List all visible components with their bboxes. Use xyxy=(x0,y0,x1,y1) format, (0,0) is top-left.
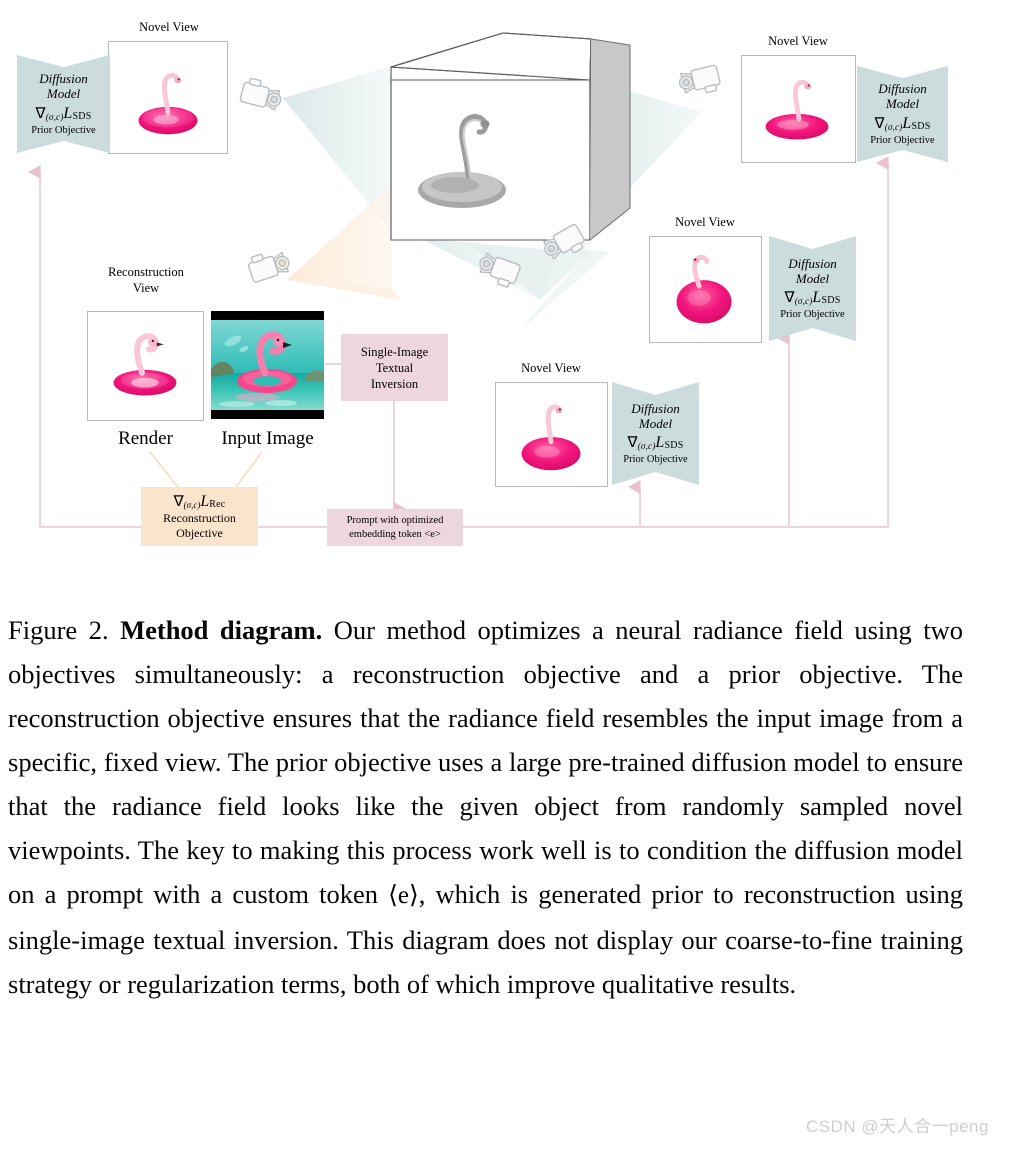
diffusion-objective-label: Prior Objective xyxy=(780,309,845,321)
render-flamingo-4 xyxy=(521,404,581,471)
novel-view-label-1: Novel View xyxy=(139,20,199,34)
caption-body-part1: Our method optimizes a neural radiance f… xyxy=(8,615,964,909)
diffusion-title-line2: Model xyxy=(46,86,81,102)
loss-subscript: SDS xyxy=(664,440,684,452)
novel-view-frame-4 xyxy=(495,382,608,487)
reconstruction-view-label-line2: View xyxy=(132,280,160,295)
reconstruction-leader-lines xyxy=(149,451,263,488)
diffusion-title-line2: Model xyxy=(795,270,830,286)
textual-inversion-line1: Single-Image xyxy=(360,344,429,359)
loss-symbol: L xyxy=(63,104,73,122)
loss-subscript: SDS xyxy=(911,120,931,132)
novel-view-frame-2 xyxy=(741,55,856,163)
reconstruction-view-label: Reconstruction View xyxy=(86,265,206,296)
render-flamingo-reconstruction xyxy=(113,333,177,396)
reconstruction-render-frame xyxy=(87,311,204,421)
nabla-symbol: ∇ xyxy=(784,290,795,307)
loss-subscript: SDS xyxy=(821,295,841,307)
figure-caption: Figure 2. Method diagram. Our method opt… xyxy=(8,608,963,1006)
input-image-label: Input Image xyxy=(221,428,314,449)
render-flamingo-3 xyxy=(676,254,732,324)
input-image-frame xyxy=(211,311,324,419)
nabla-symbol: ∇ xyxy=(173,493,184,510)
loss-symbol: L xyxy=(655,434,665,452)
nabla-symbol: ∇ xyxy=(627,435,638,452)
prompt-box: Prompt with optimized embedding token <e… xyxy=(327,509,463,546)
nabla-symbol: ∇ xyxy=(35,105,46,122)
diffusion-objective-label: Prior Objective xyxy=(870,134,935,146)
caption-bold-title: Method diagram. xyxy=(120,615,323,645)
novel-view-label-4: Novel View xyxy=(521,361,581,375)
diffusion-objective-label: Prior Objective xyxy=(623,454,688,466)
nabla-subscript: (σ,c) xyxy=(794,296,813,307)
diffusion-loss-formula: ∇(σ,c)LSDS xyxy=(36,105,92,124)
diffusion-loss-formula: ∇(σ,c)LSDS xyxy=(875,115,931,134)
caption-custom-token: ⟨e⟩ xyxy=(388,882,419,909)
textual-inversion-line3: Inversion xyxy=(370,376,419,391)
prompt-line1: Prompt with optimized xyxy=(346,515,444,527)
loss-symbol: L xyxy=(812,289,822,307)
novel-view-frame-3 xyxy=(649,236,762,343)
render-flamingo-2 xyxy=(765,79,829,140)
reconstruction-view-label-line1: Reconstruction xyxy=(108,265,184,279)
reconstruction-objective-box: ∇(σ,c)LRec Reconstruction Objective xyxy=(141,487,258,546)
diffusion-title-line2: Model xyxy=(638,415,673,431)
diffusion-title-line1: Diffusion xyxy=(631,400,680,416)
method-diagram-figure: Novel View Novel View Novel View Novel V… xyxy=(0,0,1013,600)
novel-view-frame-1 xyxy=(108,41,228,154)
loss-subscript: SDS xyxy=(72,110,92,122)
diffusion-objective-label: Prior Objective xyxy=(31,124,96,136)
nabla-symbol: ∇ xyxy=(874,115,885,132)
reconstruction-objective-line2: Objective xyxy=(176,526,223,540)
novel-view-label-2: Novel View xyxy=(768,34,828,48)
diffusion-model-block-right-middle: Diffusion Model ∇(σ,c)LSDS Prior Objecti… xyxy=(769,236,856,341)
radiance-field-cube xyxy=(390,32,631,241)
render-flamingo-1 xyxy=(138,73,198,135)
novel-view-label-3: Novel View xyxy=(675,215,735,229)
diffusion-loss-formula: ∇(σ,c)LSDS xyxy=(628,434,684,453)
prompt-line2: embedding token <e> xyxy=(349,528,441,540)
nabla-subscript: (σ,c) xyxy=(884,121,903,132)
reconstruction-loss-formula: ∇(σ,c)LRec xyxy=(174,492,226,511)
render-label: Render xyxy=(118,428,173,449)
diffusion-model-block-left-top: Diffusion Model ∇(σ,c)LSDS Prior Objecti… xyxy=(17,55,110,153)
nabla-subscript: (σ,c) xyxy=(45,111,64,122)
textual-inversion-line2: Textual xyxy=(375,360,414,375)
diffusion-title-line2: Model xyxy=(885,96,920,112)
loss-symbol: L xyxy=(200,492,210,510)
diffusion-title-line1: Diffusion xyxy=(788,255,837,271)
reconstruction-objective-line1: Reconstruction xyxy=(163,510,236,525)
nabla-subscript: (σ,c) xyxy=(637,441,656,452)
diffusion-model-block-right-top: Diffusion Model ∇(σ,c)LSDS Prior Objecti… xyxy=(857,66,948,162)
input-image-photo xyxy=(211,311,324,419)
loss-symbol: L xyxy=(902,114,912,132)
csdn-watermark: CSDN @天人合一peng xyxy=(806,1117,989,1136)
diffusion-model-block-bottom-center: Diffusion Model ∇(σ,c)LSDS Prior Objecti… xyxy=(612,382,699,485)
nabla-subscript: (σ,c) xyxy=(183,499,201,510)
diffusion-loss-formula: ∇(σ,c)LSDS xyxy=(785,289,841,308)
loss-subscript: Rec xyxy=(209,498,226,510)
textual-inversion-box: Single-Image Textual Inversion xyxy=(341,334,448,401)
diffusion-title-line1: Diffusion xyxy=(39,71,88,87)
caption-figure-number: Figure 2. xyxy=(8,615,109,645)
diffusion-title-line1: Diffusion xyxy=(878,81,927,97)
